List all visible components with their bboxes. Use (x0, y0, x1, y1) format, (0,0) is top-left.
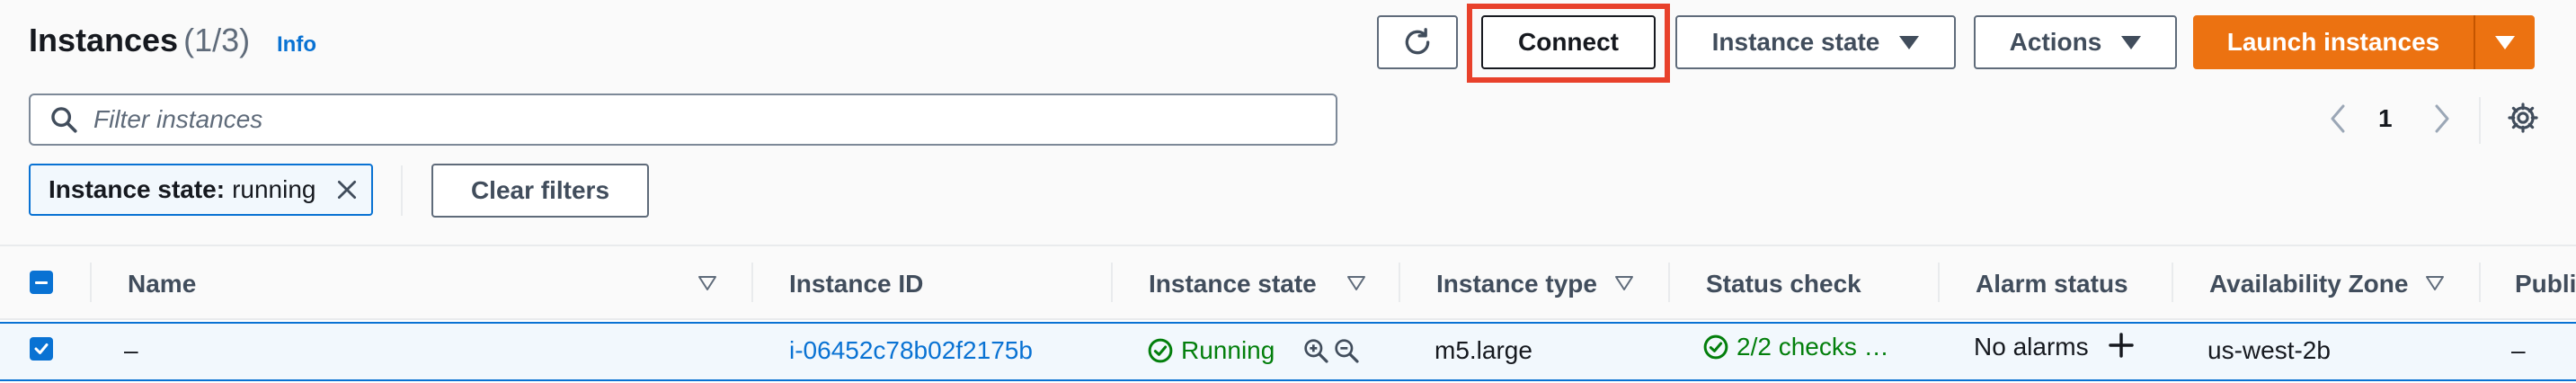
column-divider (2172, 263, 2173, 302)
next-page-icon[interactable] (2432, 102, 2452, 135)
column-header-instance-state[interactable]: Instance state (1149, 270, 1317, 298)
search-input[interactable] (92, 104, 1264, 135)
indeterminate-icon (35, 281, 48, 284)
column-divider (1938, 263, 1940, 302)
column-header-instance-type[interactable]: Instance type (1436, 270, 1597, 298)
search-icon (51, 107, 77, 133)
sort-icon[interactable] (697, 275, 717, 291)
previous-page-icon[interactable] (2328, 102, 2348, 135)
page-title-text: Instances (29, 22, 179, 58)
filter-token: Instance state: running (29, 164, 374, 216)
column-divider (1399, 263, 1400, 302)
column-divider (751, 263, 753, 302)
launch-options-dropdown[interactable] (2475, 15, 2535, 69)
clear-filters-button[interactable]: Clear filters (431, 164, 649, 218)
filter-token-value: running (232, 175, 316, 203)
current-page-number[interactable]: 1 (2378, 104, 2393, 133)
actions-dropdown-label: Actions (2009, 28, 2102, 56)
caret-down-icon (2495, 35, 2515, 49)
column-header-instance-id[interactable]: Instance ID (789, 270, 923, 298)
sort-icon[interactable] (1614, 275, 1634, 291)
status-check-text: 2/2 checks … (1737, 333, 1889, 361)
selected-count: (1/3) (183, 22, 251, 58)
instance-state-dropdown[interactable]: Instance state (1675, 15, 1956, 69)
add-alarm-icon[interactable] (2107, 331, 2136, 360)
instance-state-text: Running (1181, 336, 1275, 364)
cell-alarm-status: No alarms (1974, 333, 2089, 361)
actions-dropdown[interactable]: Actions (1974, 15, 2177, 69)
column-header-name[interactable]: Name (128, 270, 196, 298)
filter-token-key: Instance state: (49, 175, 226, 203)
refresh-icon (1405, 28, 1430, 55)
select-all-checkbox[interactable] (30, 271, 53, 294)
launch-instances-button[interactable]: Launch instances (2193, 15, 2475, 69)
filter-divider (401, 165, 403, 216)
launch-instances-split-button: Launch instances (2193, 15, 2535, 69)
check-icon (34, 343, 49, 354)
close-icon (338, 180, 357, 200)
cell-name: – (124, 336, 138, 364)
sort-icon[interactable] (2425, 275, 2445, 291)
cell-availability-zone: us-west-2b (2207, 336, 2331, 364)
row-select-checkbox[interactable] (30, 337, 53, 361)
caret-down-icon (1899, 35, 1920, 49)
column-divider (1668, 263, 1670, 302)
cell-instance-state: Running (1147, 336, 1275, 365)
column-divider (2479, 263, 2481, 302)
page-title: Instances (1/3) (29, 22, 250, 59)
refresh-button[interactable] (1377, 15, 1458, 69)
connect-highlight-box (1467, 4, 1670, 83)
zoom-in-icon[interactable] (1301, 336, 1330, 365)
zoom-out-icon[interactable] (1332, 336, 1361, 365)
status-success-icon (1703, 334, 1728, 360)
column-header-status-check[interactable]: Status check (1706, 270, 1861, 298)
caret-down-icon (2121, 35, 2142, 49)
cell-public: – (2511, 336, 2526, 364)
instance-id-link[interactable]: i-06452c78b02f2175b (789, 336, 1033, 365)
column-header-alarm-status[interactable]: Alarm status (1976, 270, 2128, 298)
remove-filter-button[interactable] (335, 178, 359, 201)
status-success-icon (1148, 338, 1173, 363)
cell-instance-type: m5.large (1435, 336, 1532, 364)
pagination-divider (2479, 97, 2481, 144)
column-header-availability-zone[interactable]: Availability Zone (2209, 270, 2408, 298)
info-link[interactable]: Info (277, 32, 316, 58)
column-divider (1111, 263, 1113, 302)
column-header-public[interactable]: Publi (2515, 270, 2576, 298)
filter-instances-search (29, 94, 1337, 146)
instance-state-dropdown-label: Instance state (1711, 28, 1880, 56)
gear-icon[interactable] (2506, 101, 2540, 135)
status-check-link[interactable]: 2/2 checks … (1702, 333, 1889, 361)
sort-icon[interactable] (1346, 275, 1366, 291)
column-divider (90, 263, 92, 302)
table-row[interactable] (0, 322, 2576, 381)
